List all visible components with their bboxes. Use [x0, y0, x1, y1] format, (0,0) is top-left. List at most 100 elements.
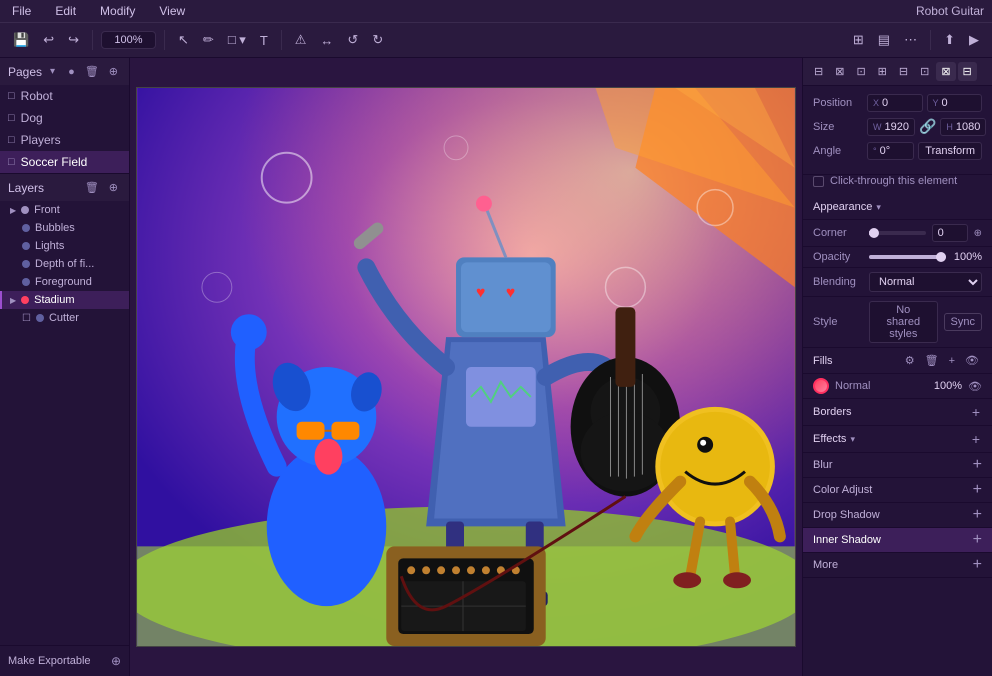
- fill-eye-icon[interactable]: 👁: [968, 380, 982, 393]
- style-value-btn[interactable]: No shared styles: [869, 301, 938, 343]
- canvas-area[interactable]: ♥ ♥: [130, 58, 802, 676]
- toolbar-export-btn[interactable]: ⬆: [939, 29, 960, 51]
- size-link-icon[interactable]: 🔗: [919, 118, 936, 136]
- effect-add-color-btn[interactable]: +: [973, 482, 982, 498]
- effect-add-inner-btn[interactable]: +: [973, 532, 982, 548]
- angle-value-box[interactable]: ° 0°: [867, 142, 914, 160]
- toolbar-flip-btn[interactable]: ↔: [315, 30, 338, 51]
- layers-delete-btn[interactable]: 🗑: [82, 180, 102, 195]
- page-icon-dog: □: [8, 112, 15, 124]
- layer-item-foreground[interactable]: Foreground: [0, 273, 129, 291]
- borders-header[interactable]: Borders +: [803, 399, 992, 426]
- align-right-btn[interactable]: ⊡: [851, 62, 870, 81]
- page-item-players[interactable]: □ Players: [0, 129, 129, 151]
- pos-y-value: 0: [942, 97, 948, 109]
- toolbar-shape-btn[interactable]: □ ▾: [223, 29, 251, 51]
- layer-label-front: Front: [34, 204, 60, 216]
- layer-item-cutter[interactable]: ☐ Cutter: [0, 309, 129, 327]
- size-h-box[interactable]: H 1080: [940, 118, 986, 136]
- toolbar-save-btn[interactable]: 💾: [8, 29, 34, 51]
- make-exportable-btn[interactable]: Make Exportable ⊕: [0, 645, 129, 676]
- layers-mask-btn[interactable]: ⊕: [106, 180, 121, 195]
- menu-modify[interactable]: Modify: [96, 4, 139, 18]
- fill-opacity-value: 100%: [934, 380, 962, 392]
- fill-color-swatch[interactable]: [813, 378, 829, 394]
- layer-color-front: [21, 206, 29, 214]
- position-x-box[interactable]: X 0: [867, 94, 923, 112]
- menu-file[interactable]: File: [8, 4, 35, 18]
- fills-eye-btn[interactable]: 👁: [962, 353, 982, 368]
- effect-label-more: More: [813, 559, 973, 571]
- page-item-robot[interactable]: □ Robot: [0, 85, 129, 107]
- toolbar-path-btn[interactable]: ✏: [198, 29, 219, 51]
- layer-item-bubbles[interactable]: Bubbles: [0, 219, 129, 237]
- corner-slider-track[interactable]: [869, 231, 926, 235]
- effect-add-more-btn[interactable]: +: [973, 557, 982, 573]
- toolbar-rotate-left-btn[interactable]: ↺: [342, 29, 363, 51]
- fills-settings-btn[interactable]: ⚙: [902, 353, 918, 368]
- opacity-slider-thumb[interactable]: [936, 252, 946, 262]
- page-label-dog: Dog: [21, 111, 43, 125]
- blending-select[interactable]: Normal Multiply Screen: [869, 272, 982, 292]
- toolbar-redo-btn[interactable]: ↪: [63, 29, 84, 51]
- menu-view[interactable]: View: [155, 4, 189, 18]
- borders-add-btn[interactable]: +: [970, 404, 982, 420]
- appearance-section-header[interactable]: Appearance ▾: [803, 195, 992, 220]
- layer-color-foreground: [22, 278, 30, 286]
- align-top-btn[interactable]: ⊞: [873, 62, 892, 81]
- blending-row: Blending Normal Multiply Screen: [803, 268, 992, 297]
- pages-delete-btn[interactable]: 🗑: [82, 64, 102, 79]
- style-label: Style: [813, 316, 863, 328]
- toolbar-rotate-right-btn[interactable]: ↻: [367, 29, 388, 51]
- toolbar-layout-btn[interactable]: ▤: [873, 29, 895, 51]
- toolbar-right: ⊞ ▤ ⋯ ⬆ ▶: [848, 29, 984, 51]
- canvas-illustration: ♥ ♥: [137, 88, 795, 646]
- effect-add-blur-btn[interactable]: +: [973, 457, 982, 473]
- toolbar-undo-btn[interactable]: ↩: [38, 29, 59, 51]
- toolbar-warn-btn[interactable]: ⚠: [290, 29, 312, 51]
- position-y-box[interactable]: Y 0: [927, 94, 983, 112]
- layer-item-depth[interactable]: Depth of fi...: [0, 255, 129, 273]
- align-bottom-btn[interactable]: ⊡: [915, 62, 934, 81]
- toolbar-select-btn[interactable]: ↖: [173, 29, 194, 51]
- corner-slider-thumb[interactable]: [869, 228, 879, 238]
- size-w-box[interactable]: W 1920: [867, 118, 915, 136]
- effect-add-drop-btn[interactable]: +: [973, 507, 982, 523]
- click-through-checkbox[interactable]: [813, 176, 824, 187]
- pages-header: Pages ▾ ● 🗑 ⊕: [0, 58, 129, 85]
- align-center-h-btn[interactable]: ⊠: [830, 62, 849, 81]
- layer-item-stadium[interactable]: ▶ Stadium: [0, 291, 129, 309]
- click-through-row: Click-through this element: [803, 175, 992, 195]
- effects-add-btn[interactable]: +: [970, 431, 982, 447]
- canvas-frame: ♥ ♥: [136, 87, 796, 647]
- toolbar-preview-btn[interactable]: ▶: [964, 29, 984, 51]
- page-item-dog[interactable]: □ Dog: [0, 107, 129, 129]
- pages-circle-btn[interactable]: ●: [65, 64, 78, 79]
- layer-item-front[interactable]: ▶ Front: [0, 201, 129, 219]
- distribute-h-btn[interactable]: ⊠: [936, 62, 955, 81]
- angle-deg-icon: °: [873, 146, 877, 156]
- layer-item-lights[interactable]: Lights: [0, 237, 129, 255]
- distribute-v-btn[interactable]: ⊟: [958, 62, 977, 81]
- fills-add-btn[interactable]: +: [946, 353, 958, 368]
- corner-value-box[interactable]: 0: [932, 224, 968, 242]
- menu-edit[interactable]: Edit: [51, 4, 80, 18]
- app-name: Robot Guitar: [916, 4, 984, 18]
- position-label: Position: [813, 97, 863, 109]
- corner-icon: ⊕: [974, 228, 982, 239]
- toolbar-grid-btn[interactable]: ⊞: [848, 29, 869, 51]
- opacity-slider-track[interactable]: [869, 255, 946, 259]
- toolbar-text-btn[interactable]: T: [255, 30, 273, 51]
- align-middle-btn[interactable]: ⊟: [894, 62, 913, 81]
- align-left-btn[interactable]: ⊟: [809, 62, 828, 81]
- layer-label-depth: Depth of fi...: [35, 258, 94, 270]
- click-through-label: Click-through this element: [830, 175, 957, 187]
- sync-btn[interactable]: Sync: [944, 313, 982, 331]
- page-item-soccer-field[interactable]: □ Soccer Field: [0, 151, 129, 173]
- pages-add-btn[interactable]: ⊕: [106, 64, 121, 79]
- fills-delete-btn[interactable]: 🗑: [922, 353, 942, 368]
- toolbar-more-btn[interactable]: ⋯: [899, 29, 922, 51]
- zoom-display[interactable]: 100%: [101, 31, 156, 49]
- transform-btn[interactable]: Transform: [918, 142, 982, 160]
- fills-header: Fills ⚙ 🗑 + 👁: [803, 348, 992, 374]
